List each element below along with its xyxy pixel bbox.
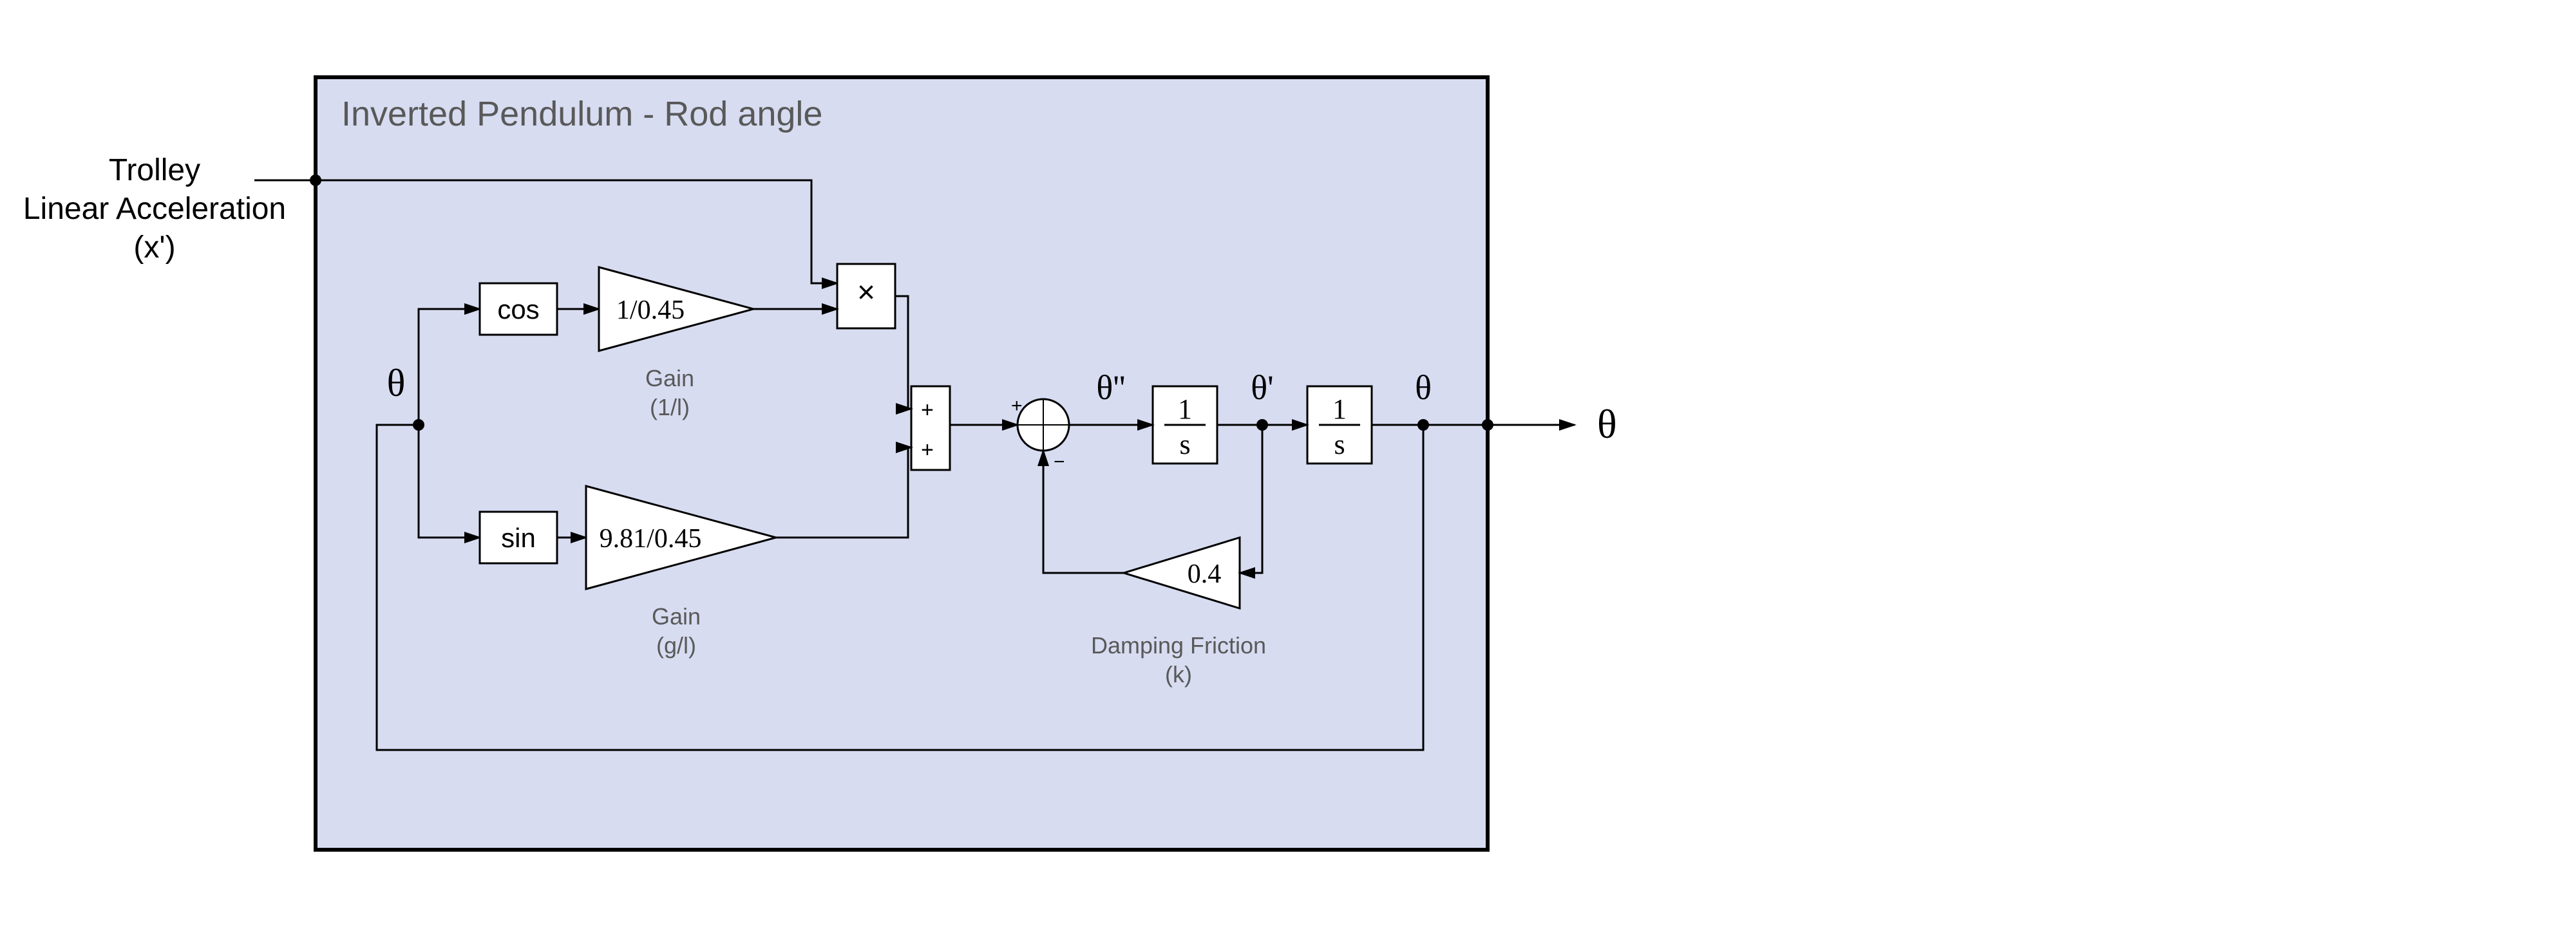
integrator2-num: 1 [1332,393,1347,425]
damping-value: 0.4 [1188,559,1222,589]
integrator2-den: s [1334,429,1345,460]
subsystem-title: Inverted Pendulum - Rod angle [341,95,822,133]
sum2-sign2: − [1054,451,1065,473]
theta-out-label: θ [1415,368,1432,407]
sum2-sign1: + [1011,395,1023,417]
cos-block-label: cos [497,294,539,324]
theta-in-label: θ [387,362,406,404]
input-label: Trolley Linear Acceleration (x') [23,153,286,265]
theta-d-label: θ' [1251,368,1274,407]
input-label-1: Trolley [109,153,200,187]
integrator1-den: s [1179,429,1190,460]
gain1-label1: Gain [645,365,694,391]
gain2-label1: Gain [652,603,701,630]
damping-label2: (k) [1165,661,1192,688]
input-label-3: (x') [133,230,175,265]
output-port-dot [1482,419,1493,431]
sin-block-label: sin [501,523,536,553]
gain1-value: 1/0.45 [616,295,685,325]
sum1-sign1: + [921,398,934,422]
theta-dd-label: θ'' [1096,368,1125,407]
damping-label1: Damping Friction [1091,632,1266,659]
output-label: θ [1597,401,1617,447]
multiply-symbol: × [857,276,875,310]
gain2-value: 9.81/0.45 [600,524,702,554]
sum1-sign2: + [921,438,934,462]
gain1-label2: (1/l) [650,394,690,420]
integrator1-num: 1 [1178,393,1192,425]
gain2-label2: (g/l) [656,632,696,659]
input-label-2: Linear Acceleration [23,192,286,226]
